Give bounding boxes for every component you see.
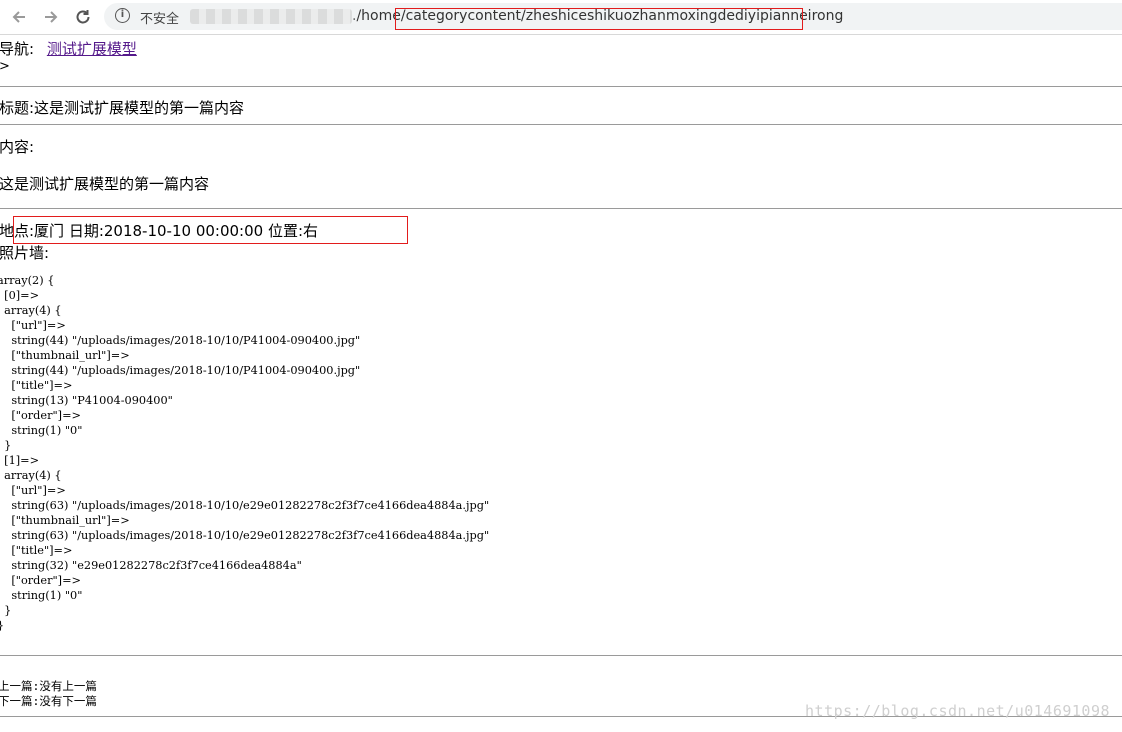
content-label: 内容: <box>0 138 35 156</box>
nav-line: 导航: 测试扩展模型 <box>0 38 137 59</box>
meta-line: 地点:厦门 日期:2018-10-10 00:00:00 位置:右 <box>0 222 319 240</box>
content-body: 这是测试扩展模型的第一篇内容 <box>0 175 210 193</box>
watermark: https://blog.csdn.net/u014691098 <box>805 702 1110 720</box>
url-text: ./home/categorycontent/zheshiceshikuozha… <box>352 8 843 24</box>
forward-arrow-icon[interactable] <box>40 6 62 28</box>
divider <box>0 208 1122 209</box>
url-path: /home/categorycontent/zheshiceshikuozhan… <box>356 8 844 24</box>
reload-icon[interactable] <box>72 6 94 28</box>
nav-label: 导航: <box>0 40 35 58</box>
prev-article-link[interactable]: 上一篇:没有上一篇 <box>0 678 97 694</box>
page-title: 标题:这是测试扩展模型的第一篇内容 <box>0 99 245 117</box>
back-arrow-icon[interactable] <box>8 6 30 28</box>
address-bar[interactable]: i 不安全 ./home/categorycontent/zheshiceshi… <box>104 3 1122 30</box>
divider <box>0 124 1122 125</box>
var-dump-output: array(2) { [0]=> array(4) { ["url"]=> st… <box>0 274 490 632</box>
info-icon[interactable]: i <box>115 8 130 23</box>
browser-toolbar: i 不安全 ./home/categorycontent/zheshiceshi… <box>0 0 1122 35</box>
divider <box>0 655 1122 656</box>
security-label: 不安全 <box>140 12 180 27</box>
photo-wall-label: 照片墙: <box>0 244 50 262</box>
nav-arrow: > <box>0 59 10 74</box>
blurred-host <box>190 9 352 24</box>
divider <box>0 86 1122 87</box>
nav-link[interactable]: 测试扩展模型 <box>47 40 137 58</box>
next-article-link[interactable]: 下一篇:没有下一篇 <box>0 693 97 709</box>
